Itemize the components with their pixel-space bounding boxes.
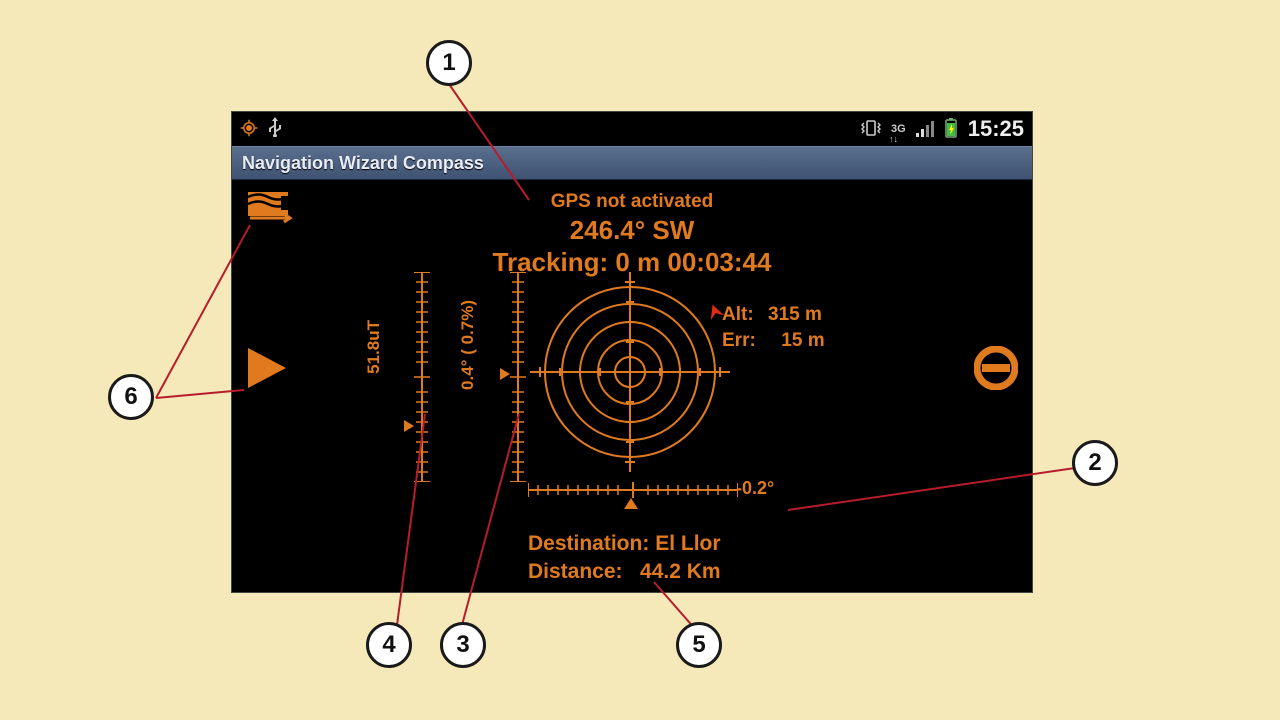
altitude-value: 315 m [768, 302, 822, 328]
pitch-value: 0.4° ( 0.7%) [458, 300, 478, 390]
pitch-pointer-icon [500, 368, 510, 380]
location-icon [240, 119, 258, 140]
pitch-scale [508, 272, 528, 487]
network-3g-icon: 3G↑↓ [891, 123, 906, 135]
distance-label: Distance: [528, 560, 623, 583]
roll-value: -0.2° [736, 478, 774, 499]
title-bar: Navigation Wizard Compass [232, 146, 1032, 180]
app-body: GPS not activated 246.4° SW Tracking: 0 … [232, 180, 1032, 592]
destination-value: El Llor [655, 532, 720, 555]
compass-dial[interactable] [530, 272, 730, 472]
play-icon[interactable] [248, 348, 286, 388]
destination-readout: Destination: El Llor Distance: 44.2 Km [528, 530, 721, 587]
error-value: 15 m [781, 328, 824, 354]
phone-frame: 3G↑↓ 15:25 Navigation Wizard Compass [232, 112, 1032, 592]
altitude-readout: Alt: 315 m Err: 15 m [722, 302, 825, 353]
top-readout: GPS not activated 246.4° SW Tracking: 0 … [232, 190, 1032, 279]
altitude-label: Alt: [722, 302, 760, 328]
field-strength-value: 51.8uT [364, 320, 384, 374]
gps-status: GPS not activated [232, 190, 1032, 214]
field-strength-pointer-icon [404, 420, 414, 432]
signal-icon [916, 121, 934, 137]
clock: 15:25 [968, 116, 1024, 142]
status-bar: 3G↑↓ 15:25 [232, 112, 1032, 146]
callout-1: 1 [426, 40, 472, 86]
callout-3: 3 [440, 622, 486, 668]
roll-pointer-icon [624, 498, 638, 509]
field-strength-scale [412, 272, 432, 487]
error-label: Err: [722, 328, 760, 354]
heading-readout: 246.4° SW [232, 214, 1032, 247]
callout-5: 5 [676, 622, 722, 668]
app-title: Navigation Wizard Compass [242, 153, 484, 174]
callout-6: 6 [108, 374, 154, 420]
destination-label: Destination: [528, 532, 649, 555]
callout-2: 2 [1072, 440, 1118, 486]
callout-4: 4 [366, 622, 412, 668]
stop-icon[interactable] [974, 346, 1018, 395]
battery-charging-icon [944, 118, 958, 141]
usb-icon [268, 117, 282, 142]
distance-value: 44.2 Km [640, 560, 721, 583]
vibrate-icon [861, 119, 881, 140]
